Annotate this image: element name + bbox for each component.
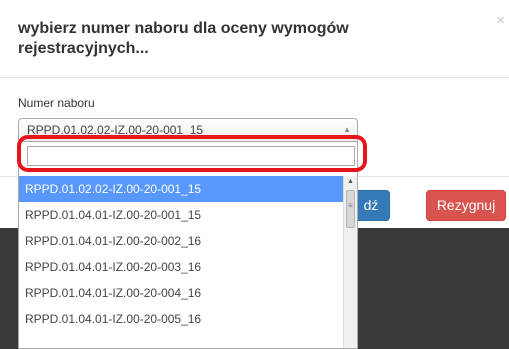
dropdown-option[interactable]: RPPD.01.02.02-IZ.00-20-001_15 [19, 176, 357, 202]
select-search-container [18, 142, 358, 176]
numer-naboru-select[interactable]: RPPD.01.02.02-IZ.00-20-001_15 ▲ [18, 118, 358, 142]
chevron-up-icon: ▲ [343, 125, 351, 134]
dropdown-option[interactable]: RPPD.01.04.01-IZ.00-20-004_16 [19, 280, 357, 306]
grip-icon: ≡ [348, 201, 353, 210]
select-search-input[interactable] [27, 146, 355, 166]
modal-dialog: wybierz numer naboru dla oceny wymogów r… [0, 0, 509, 349]
cancel-button[interactable]: Rezygnuj [426, 190, 506, 221]
dropdown-scrollbar[interactable]: ▲ ≡ [343, 176, 357, 348]
scroll-thumb[interactable]: ≡ [346, 190, 355, 228]
dropdown-option[interactable]: RPPD.01.04.01-IZ.00-20-001_15 [19, 202, 357, 228]
dropdown-option[interactable]: RPPD.01.04.01-IZ.00-20-003_16 [19, 254, 357, 280]
dropdown-option[interactable]: RPPD.01.04.01-IZ.00-20-005_16 [19, 306, 357, 332]
modal-header: wybierz numer naboru dla oceny wymogów r… [0, 0, 509, 78]
select-value: RPPD.01.02.02-IZ.00-20-001_15 [27, 123, 204, 137]
modal-title: wybierz numer naboru dla oceny wymogów r… [18, 20, 349, 57]
options-dropdown: RPPD.01.02.02-IZ.00-20-001_15 RPPD.01.04… [18, 176, 358, 349]
close-icon[interactable]: × [496, 13, 505, 28]
numer-naboru-label: Numer naboru [18, 96, 95, 110]
scroll-up-icon[interactable]: ▲ [344, 178, 357, 185]
dropdown-option[interactable]: RPPD.01.04.01-IZ.00-20-002_16 [19, 228, 357, 254]
